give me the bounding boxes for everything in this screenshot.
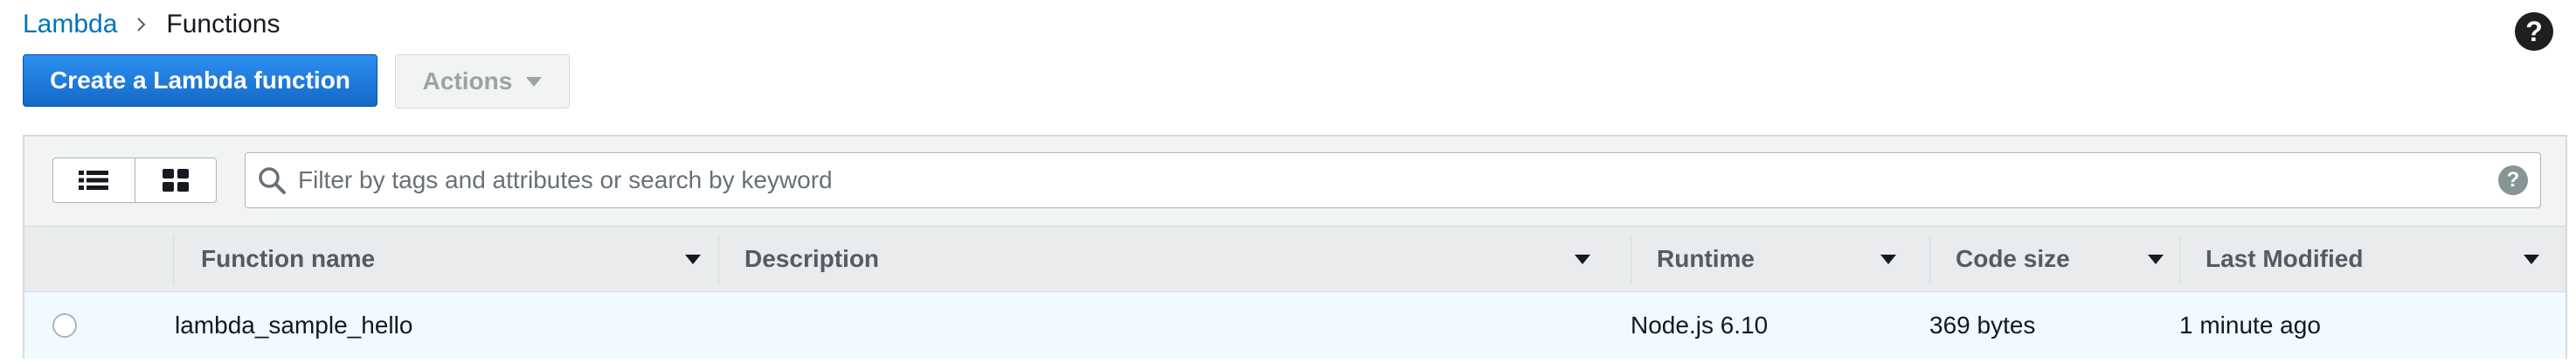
search-help-icon[interactable]: ? xyxy=(2498,165,2528,195)
search-icon xyxy=(246,165,298,195)
column-divider xyxy=(2179,235,2180,284)
create-lambda-function-label: Create a Lambda function xyxy=(50,66,350,94)
function-code-size: 369 bytes xyxy=(1929,312,2036,339)
table-row[interactable]: lambda_sample_hello Node.js 6.10 369 byt… xyxy=(24,292,2566,359)
chevron-right-icon xyxy=(136,17,147,32)
column-label-runtime: Runtime xyxy=(1657,245,1755,272)
function-name-link[interactable]: lambda_sample_hello xyxy=(175,292,412,359)
table-header: Function name Description Runtime Code s… xyxy=(24,226,2566,292)
sort-caret-icon xyxy=(1880,254,1896,264)
function-last-modified: 1 minute ago xyxy=(2179,312,2321,339)
search-placeholder: Filter by tags and attributes or search … xyxy=(298,166,833,193)
table-toolbar: Filter by tags and attributes or search … xyxy=(24,136,2566,226)
column-label-description: Description xyxy=(744,245,880,272)
column-header-function-name[interactable]: Function name xyxy=(201,227,720,291)
column-divider xyxy=(173,235,174,284)
sort-caret-icon xyxy=(685,254,701,264)
function-runtime: Node.js 6.10 xyxy=(1631,312,1769,339)
column-header-code-size[interactable]: Code size xyxy=(1956,227,2183,291)
view-toggle xyxy=(52,158,217,203)
list-view-button[interactable] xyxy=(53,158,135,202)
actions-label: Actions xyxy=(422,67,513,94)
column-header-last-modified[interactable]: Last Modified xyxy=(2206,227,2559,291)
sort-caret-icon xyxy=(2148,254,2164,264)
list-view-icon xyxy=(79,171,109,190)
search-input[interactable]: Filter by tags and attributes or search … xyxy=(245,152,2541,208)
help-icon[interactable]: ? xyxy=(2515,12,2553,51)
create-lambda-function-button[interactable]: Create a Lambda function xyxy=(23,54,377,107)
sort-caret-icon xyxy=(2524,254,2539,264)
search-help-glyph: ? xyxy=(2506,168,2520,192)
column-label-function-name: Function name xyxy=(201,245,376,272)
column-label-code-size: Code size xyxy=(1956,245,2070,272)
column-divider xyxy=(1929,235,1930,284)
functions-table-panel: Filter by tags and attributes or search … xyxy=(23,135,2567,359)
row-select-radio[interactable] xyxy=(52,313,77,338)
column-divider xyxy=(718,235,719,284)
breadcrumb-current: Functions xyxy=(166,10,280,38)
breadcrumb-lambda-link[interactable]: Lambda xyxy=(23,10,117,39)
sort-caret-icon xyxy=(1575,254,1590,264)
grid-view-icon xyxy=(162,169,189,192)
column-header-runtime[interactable]: Runtime xyxy=(1657,227,1915,291)
help-icon-glyph: ? xyxy=(2525,15,2543,47)
caret-down-icon xyxy=(526,76,543,87)
breadcrumb: Lambda Functions xyxy=(23,7,280,42)
column-header-description[interactable]: Description xyxy=(744,227,1610,291)
actions-dropdown-button[interactable]: Actions xyxy=(395,54,570,108)
column-label-last-modified: Last Modified xyxy=(2206,245,2364,272)
card-view-button[interactable] xyxy=(134,158,217,202)
